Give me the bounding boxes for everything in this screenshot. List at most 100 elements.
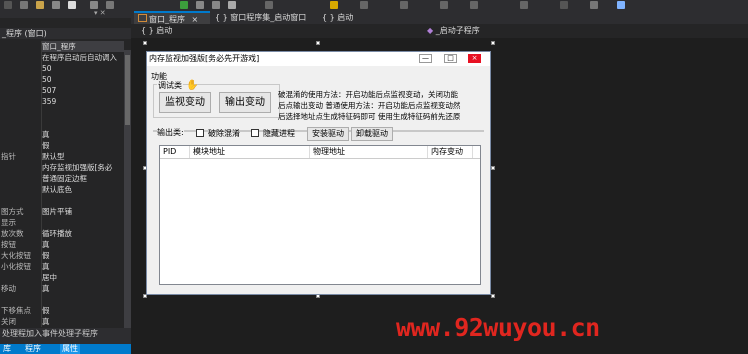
- column-header-physical-address[interactable]: 物理地址: [310, 146, 428, 158]
- step-icon[interactable]: [265, 1, 273, 9]
- debug-icon[interactable]: [360, 1, 368, 9]
- breakpoint-icon[interactable]: [330, 1, 338, 9]
- find-icon[interactable]: [440, 1, 448, 9]
- property-value[interactable]: 普通固定边框: [42, 173, 124, 184]
- property-row[interactable]: 居中: [0, 272, 124, 283]
- open-icon[interactable]: [36, 1, 44, 9]
- watch-icon[interactable]: [400, 1, 408, 9]
- object-selector[interactable]: _程序 (窗口): [0, 28, 131, 39]
- minimize-button[interactable]: —: [419, 54, 432, 63]
- tab-startup[interactable]: { } 启动: [318, 11, 373, 24]
- property-row[interactable]: 50: [0, 74, 124, 85]
- property-value[interactable]: 居中: [42, 272, 124, 283]
- run-icon[interactable]: [180, 1, 188, 9]
- tab-startup-window-class[interactable]: { } 窗口程序集_启动窗口: [211, 11, 316, 24]
- scrollbar-thumb[interactable]: [125, 55, 130, 125]
- hide-process-checkbox[interactable]: [251, 129, 259, 137]
- property-value[interactable]: 50: [42, 63, 124, 74]
- pin-icon[interactable]: [106, 1, 114, 9]
- property-row[interactable]: 普通固定边框: [0, 173, 124, 184]
- column-header-memory-change[interactable]: 内存变动: [428, 146, 473, 158]
- property-value[interactable]: 50: [42, 74, 124, 85]
- monitor-change-button[interactable]: 监视变动: [159, 92, 211, 113]
- property-row[interactable]: 假: [0, 140, 124, 151]
- property-row[interactable]: 图方式 图片平铺: [0, 206, 124, 217]
- column-header-module-address[interactable]: 模块地址: [190, 146, 310, 158]
- property-row[interactable]: 在程序启动后自动调入: [0, 52, 124, 63]
- list-icon[interactable]: [470, 1, 478, 9]
- property-row[interactable]: 小化按钮 真: [0, 261, 124, 272]
- copy-icon[interactable]: [52, 1, 60, 9]
- property-value[interactable]: 真: [42, 129, 124, 140]
- property-value[interactable]: 默认底色: [42, 184, 124, 195]
- maximize-button[interactable]: □: [444, 54, 457, 63]
- memory-list[interactable]: PID 模块地址 物理地址 内存变动: [159, 145, 481, 285]
- method-dropdown[interactable]: ◆ _启动子程序: [427, 26, 480, 36]
- property-row[interactable]: 放次数 循环播放: [0, 228, 124, 239]
- property-row[interactable]: 内存监视加强版[务必: [0, 162, 124, 173]
- property-row[interactable]: [0, 118, 124, 129]
- property-value[interactable]: 循环播放: [42, 228, 124, 239]
- property-value[interactable]: 359: [42, 96, 124, 107]
- resize-handle[interactable]: [491, 41, 495, 45]
- close-button[interactable]: ×: [468, 54, 481, 63]
- property-value[interactable]: 假: [42, 250, 124, 261]
- resize-handle[interactable]: [491, 166, 495, 170]
- event-selector[interactable]: 处理程加入事件处理子程序: [0, 328, 131, 344]
- property-row[interactable]: 507: [0, 85, 124, 96]
- class-dropdown[interactable]: { } 启动: [141, 26, 172, 36]
- property-value[interactable]: 窗口_程序: [42, 41, 124, 52]
- property-value[interactable]: 真: [42, 283, 124, 294]
- font-icon[interactable]: [590, 1, 598, 9]
- property-value[interactable]: 真: [42, 239, 124, 250]
- property-value[interactable]: 假: [42, 140, 124, 151]
- property-row[interactable]: 按钮 真: [0, 239, 124, 250]
- property-value[interactable]: 在程序启动后自动调入: [42, 52, 124, 63]
- output-change-button[interactable]: 输出变动: [219, 92, 271, 113]
- window-icon[interactable]: [560, 1, 568, 9]
- property-row[interactable]: 50: [0, 63, 124, 74]
- resize-handle[interactable]: [316, 41, 320, 45]
- property-value[interactable]: 真: [42, 261, 124, 272]
- pin-icon[interactable]: ▾ ✕: [94, 10, 106, 17]
- help-icon[interactable]: [617, 1, 625, 9]
- property-value[interactable]: 假: [42, 305, 124, 316]
- property-row[interactable]: 下移焦点 假: [0, 305, 124, 316]
- tab-program[interactable]: 程序: [25, 344, 41, 354]
- tab-window-program[interactable]: 窗口_程序 ×: [134, 11, 210, 24]
- property-row[interactable]: 窗口_程序: [0, 41, 124, 52]
- property-value[interactable]: 内存监视加强版[务必: [42, 162, 124, 173]
- property-row[interactable]: 指针 默认型: [0, 151, 124, 162]
- property-row[interactable]: 默认底色: [0, 184, 124, 195]
- close-icon[interactable]: ×: [192, 15, 199, 24]
- restart-icon[interactable]: [228, 1, 236, 9]
- designed-window[interactable]: 内存监视加强版[务必先开游戏] — □ × 功能 调试类 ✋ 监视变动 输出变动…: [146, 51, 491, 295]
- tab-properties[interactable]: 属性: [60, 344, 80, 354]
- pause-icon[interactable]: [212, 1, 220, 9]
- property-row[interactable]: [0, 294, 124, 305]
- uninstall-driver-button[interactable]: 卸载驱动: [351, 127, 393, 141]
- property-value[interactable]: 图片平铺: [42, 206, 124, 217]
- break-confusion-checkbox[interactable]: [196, 129, 204, 137]
- property-value[interactable]: 真: [42, 316, 124, 327]
- property-value[interactable]: 默认型: [42, 151, 124, 162]
- property-row[interactable]: 359: [0, 96, 124, 107]
- property-row[interactable]: [0, 107, 124, 118]
- tab-library[interactable]: 库: [3, 344, 11, 354]
- file-icon[interactable]: [68, 1, 76, 9]
- property-row[interactable]: 显示: [0, 217, 124, 228]
- column-header-pid[interactable]: PID: [160, 146, 190, 158]
- arrow-icon[interactable]: [4, 1, 12, 9]
- stop-icon[interactable]: [196, 1, 204, 9]
- settings-icon[interactable]: [90, 1, 98, 9]
- property-row[interactable]: 移动 真: [0, 283, 124, 294]
- property-row[interactable]: [0, 195, 124, 206]
- resize-handle[interactable]: [491, 294, 495, 298]
- save-icon[interactable]: [20, 1, 28, 9]
- property-row[interactable]: 大化按钮 假: [0, 250, 124, 261]
- install-driver-button[interactable]: 安装驱动: [307, 127, 349, 141]
- property-row[interactable]: 关闭 真: [0, 316, 124, 327]
- property-value[interactable]: 507: [42, 85, 124, 96]
- resize-handle[interactable]: [143, 41, 147, 45]
- format-icon[interactable]: [520, 1, 528, 9]
